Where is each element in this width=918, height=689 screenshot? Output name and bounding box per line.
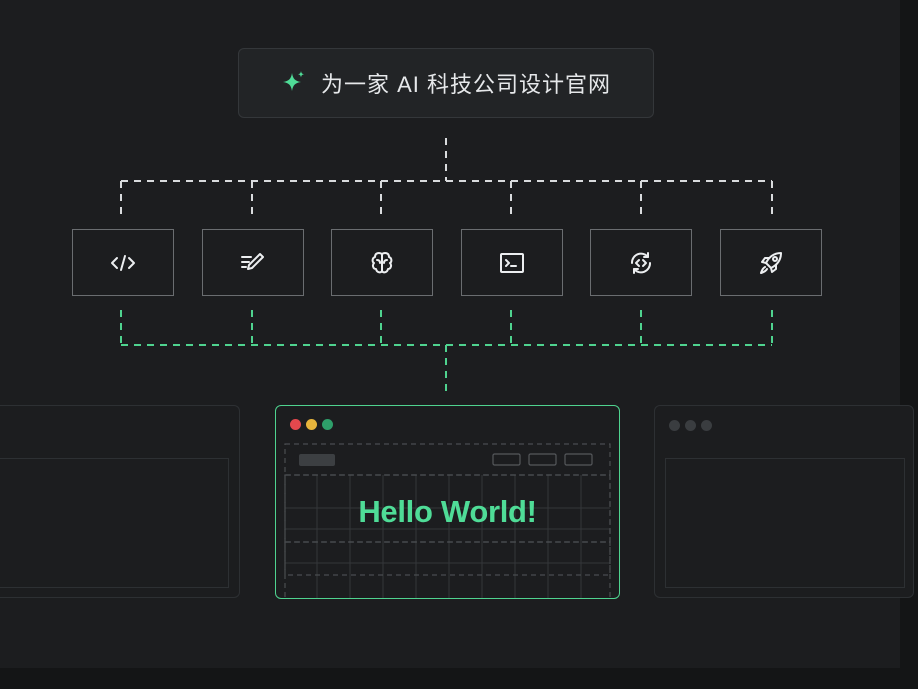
window-dot — [701, 420, 712, 431]
window-dot — [669, 420, 680, 431]
window-dot — [685, 420, 696, 431]
nav-item-placeholder — [527, 452, 557, 466]
tool-edit[interactable] — [202, 229, 304, 296]
tool-deploy[interactable] — [720, 229, 822, 296]
edit-notes-icon — [241, 252, 264, 270]
code-icon — [111, 254, 135, 271]
tool-terminal[interactable] — [461, 229, 563, 296]
frame-content-area — [665, 458, 905, 588]
tool-code[interactable] — [72, 229, 174, 296]
nav-logo-placeholder — [298, 453, 335, 466]
terminal-icon — [500, 252, 524, 273]
nav-item-placeholder — [491, 452, 521, 466]
prompt-text: 为一家 AI 科技公司设计官网 — [320, 72, 611, 97]
workflow-diagram: 为一家 AI 科技公司设计官网 Hello World! — [0, 0, 918, 689]
frame-content-area — [0, 458, 229, 588]
preview-frame-left — [0, 405, 240, 598]
preview-frame-right — [654, 405, 914, 598]
tool-refresh-code[interactable] — [590, 229, 692, 296]
hello-world-headline: Hello World! — [358, 494, 537, 529]
sparkle-icon — [282, 71, 304, 91]
tool-brain[interactable] — [331, 229, 433, 296]
rocket-icon — [760, 251, 782, 274]
refresh-code-icon — [630, 251, 652, 274]
preview-window[interactable]: Hello World! — [275, 405, 620, 599]
prompt-box[interactable]: 为一家 AI 科技公司设计官网 — [238, 48, 654, 118]
brain-icon — [371, 251, 393, 273]
nav-item-placeholder — [563, 452, 593, 466]
